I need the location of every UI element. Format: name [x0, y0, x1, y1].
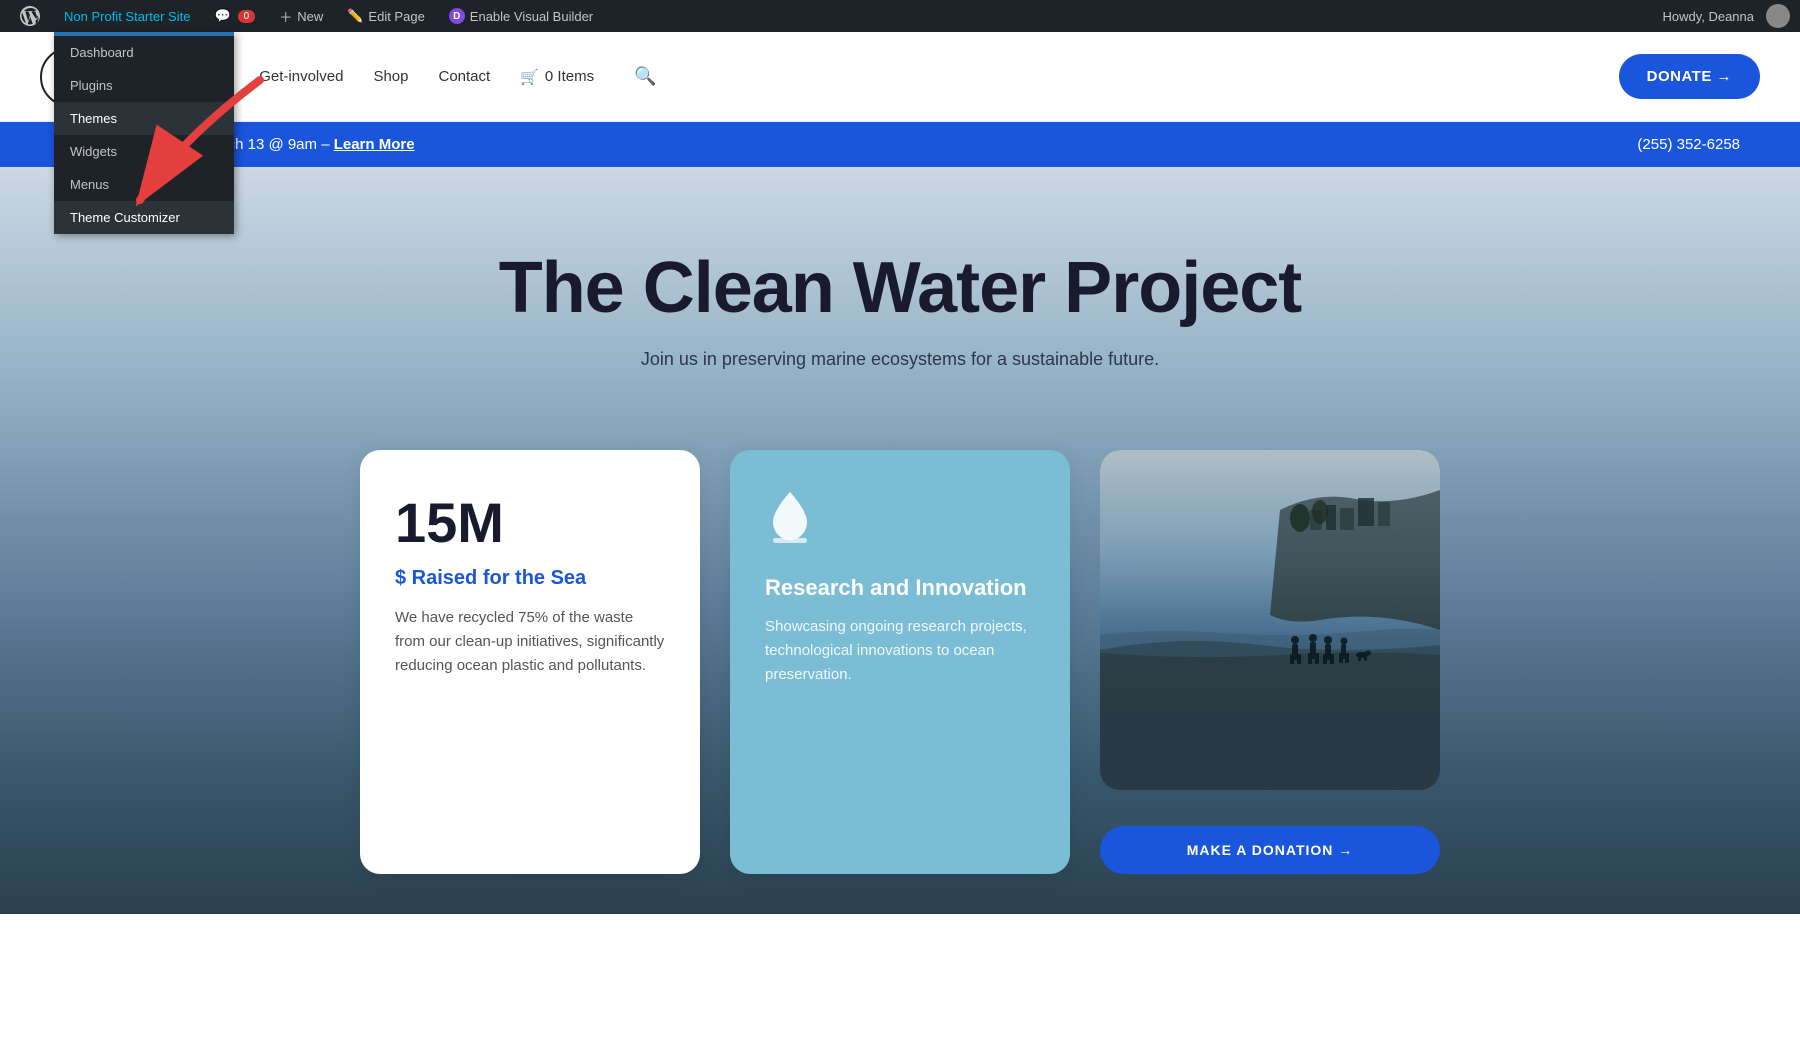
comment-bubble-icon: 💬	[214, 8, 230, 24]
nav-shop[interactable]: Shop	[373, 68, 408, 85]
water-drop-icon	[765, 490, 1035, 555]
new-content-button[interactable]: ＋ New	[269, 0, 333, 32]
wp-logo-button[interactable]	[10, 0, 50, 32]
edit-icon: ✏️	[347, 8, 363, 24]
cart-button[interactable]: 🛒 0 Items	[520, 68, 594, 86]
edit-page-label: Edit Page	[368, 9, 424, 24]
site-nav: About Blog Get-involved Shop Contact 🛒 0…	[130, 66, 1619, 87]
appearance-dropdown: Dashboard Plugins Themes Widgets Menus T…	[54, 32, 234, 234]
cards-section: 15M $ Raised for the Sea We have recycle…	[350, 430, 1450, 874]
info-banner: Beach Cleanup Day: March 13 @ 9am – Lear…	[0, 122, 1800, 167]
stat-number: 15M	[395, 490, 665, 555]
comments-button[interactable]: 💬 0	[204, 0, 265, 32]
site-name-button[interactable]: Non Profit Starter Site	[54, 0, 200, 32]
admin-bar: Non Profit Starter Site Dashboard Plugin…	[0, 0, 1800, 32]
howdy-label: Howdy, Deanna	[1654, 9, 1762, 24]
edit-page-button[interactable]: ✏️ Edit Page	[337, 0, 435, 32]
comments-count: 0	[238, 10, 256, 23]
stat-description: We have recycled 75% of the waste from o…	[395, 606, 665, 678]
divi-icon: D	[449, 8, 465, 24]
site-header: D About Blog Get-involved Shop Contact 🛒…	[0, 32, 1800, 122]
enable-visual-builder-label: Enable Visual Builder	[470, 9, 593, 24]
research-card-text: Showcasing ongoing research projects, te…	[765, 615, 1035, 687]
avatar	[1766, 4, 1790, 28]
research-card-title: Research and Innovation	[765, 575, 1035, 601]
research-card: Research and Innovation Showcasing ongoi…	[730, 450, 1070, 874]
make-donation-button[interactable]: MAKE A DONATION →	[1100, 826, 1440, 874]
nav-get-involved[interactable]: Get-involved	[259, 68, 343, 85]
coastal-image	[1100, 450, 1440, 710]
nav-contact[interactable]: Contact	[439, 68, 491, 85]
site-name-label: Non Profit Starter Site	[64, 9, 190, 24]
new-label: New	[297, 9, 323, 24]
theme-customizer-menu-item[interactable]: Theme Customizer	[54, 201, 234, 234]
hero-subtitle: Join us in preserving marine ecosystems …	[641, 349, 1159, 370]
divi-button[interactable]: D Enable Visual Builder	[439, 0, 603, 32]
cart-items-count: 0 Items	[545, 68, 594, 85]
plus-icon: ＋	[279, 7, 292, 26]
coastal-image-card	[1100, 450, 1440, 790]
widgets-menu-item[interactable]: Widgets	[54, 135, 234, 168]
banner-phone: (255) 352-6258	[1637, 136, 1740, 153]
donate-button[interactable]: DONATE →	[1619, 54, 1760, 99]
menus-menu-item[interactable]: Menus	[54, 168, 234, 201]
search-button[interactable]: 🔍	[634, 66, 656, 87]
admin-bar-right: Howdy, Deanna	[1654, 4, 1790, 28]
banner-learn-more-link[interactable]: Learn More	[334, 136, 415, 153]
hero-section: The Clean Water Project Join us in prese…	[0, 167, 1800, 914]
site-name-container: Non Profit Starter Site Dashboard Plugin…	[54, 0, 200, 32]
hero-title: The Clean Water Project	[499, 247, 1302, 329]
stat-card: 15M $ Raised for the Sea We have recycle…	[360, 450, 700, 874]
themes-menu-item[interactable]: Themes	[54, 102, 234, 135]
image-card-container: MAKE A DONATION →	[1100, 450, 1440, 874]
admin-bar-left: Non Profit Starter Site Dashboard Plugin…	[10, 0, 603, 32]
plugins-menu-item[interactable]: Plugins	[54, 69, 234, 102]
stat-label: $ Raised for the Sea	[395, 567, 665, 590]
dashboard-menu-item[interactable]: Dashboard	[54, 36, 234, 69]
cart-icon: 🛒	[520, 68, 539, 86]
